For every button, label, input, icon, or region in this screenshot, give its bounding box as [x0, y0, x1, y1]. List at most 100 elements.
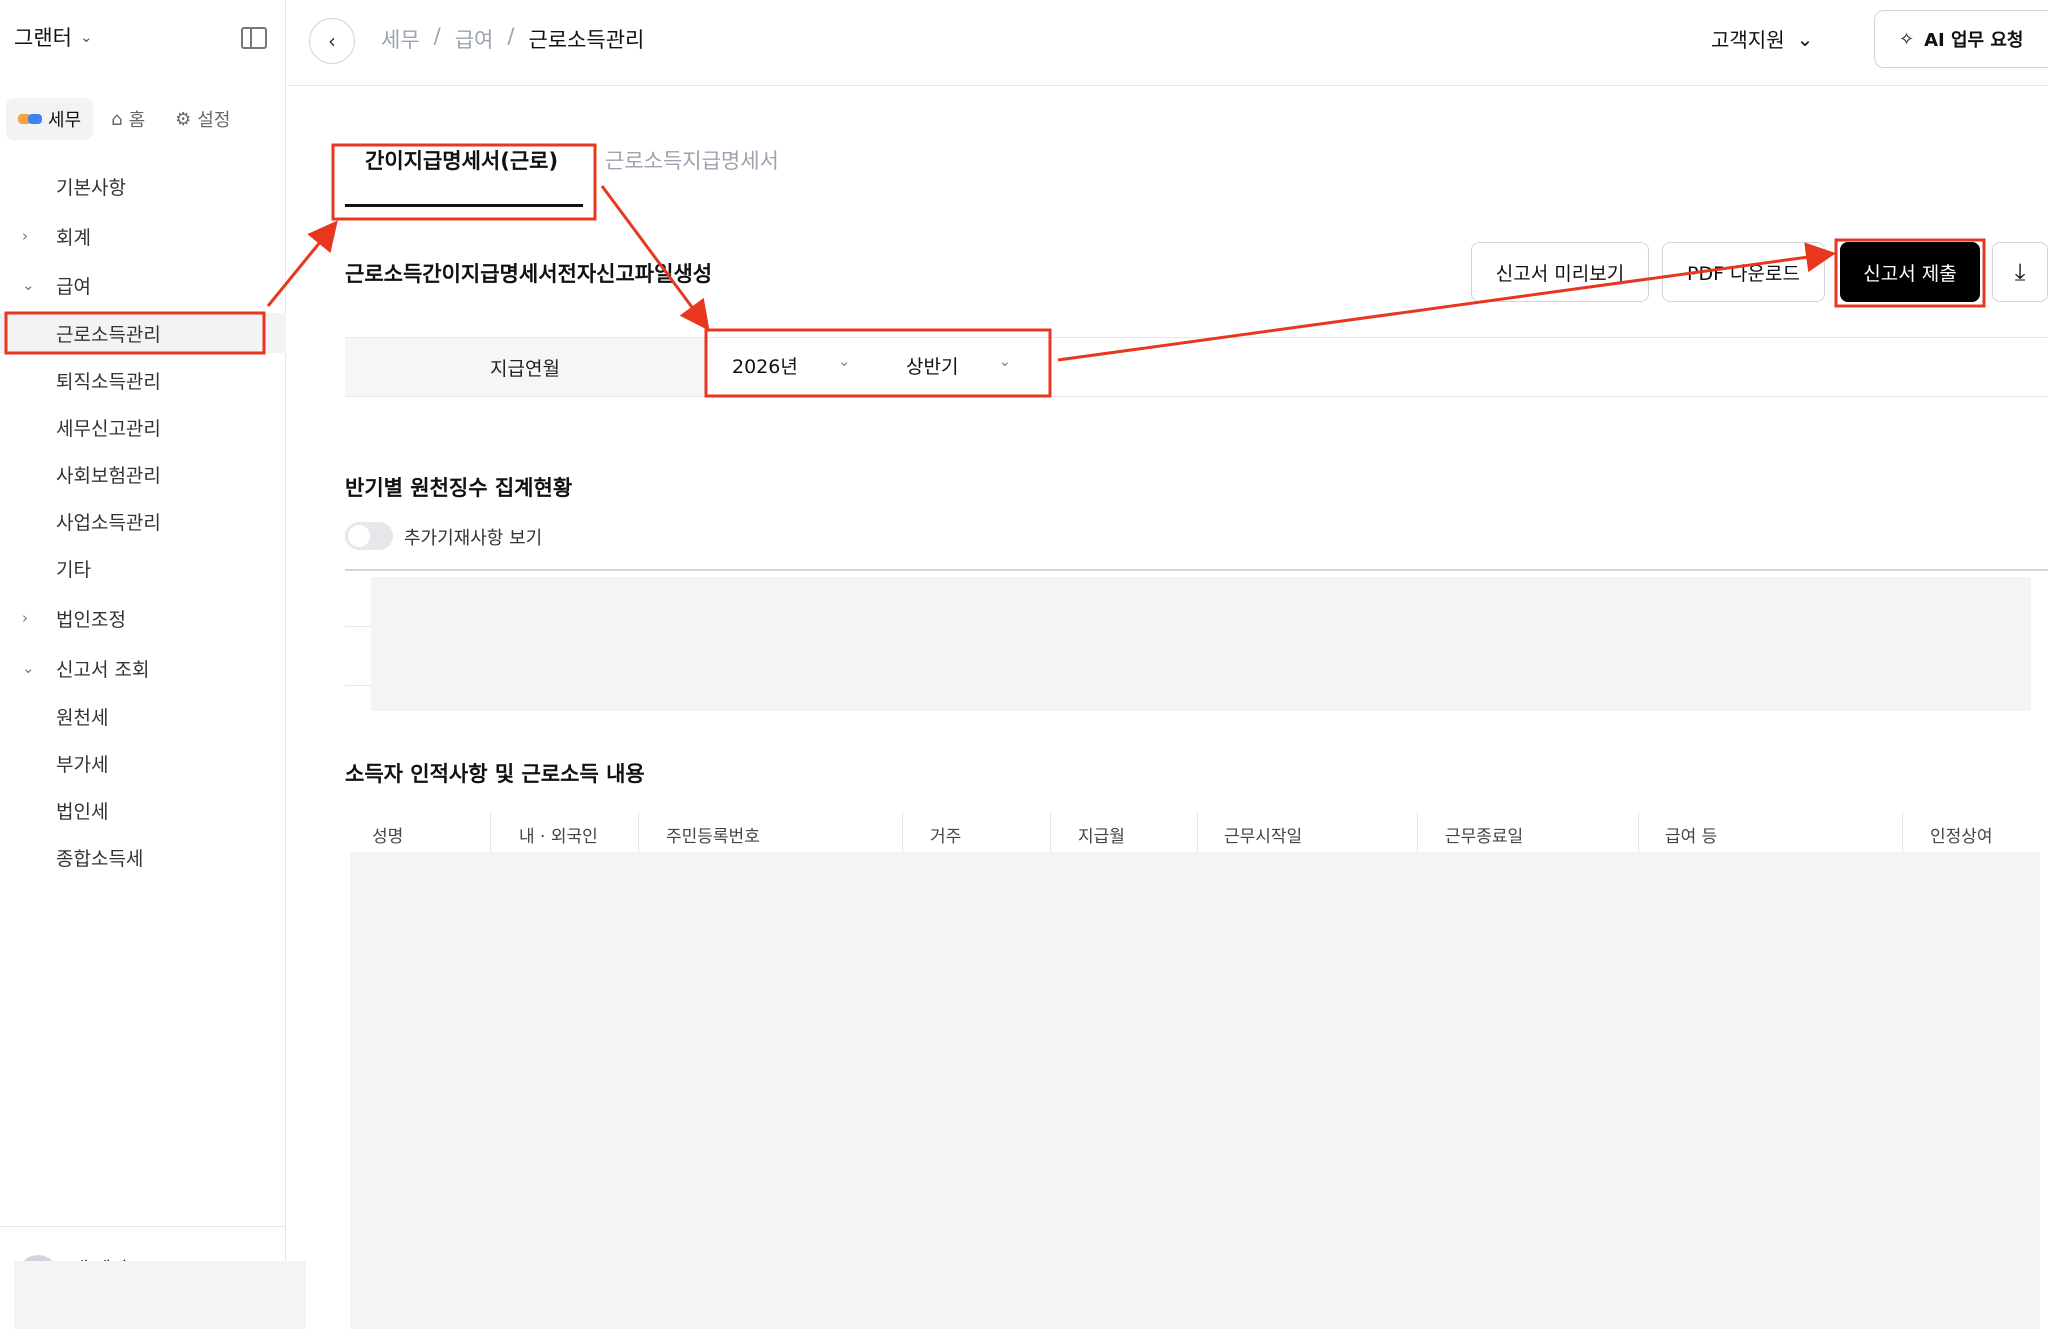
column-header: 근무종료일 — [1445, 827, 1524, 847]
column-divider — [1902, 812, 1903, 852]
details-table-body — [350, 852, 2040, 1329]
summary-title: 반기별 원천징수 집계현황 — [345, 476, 573, 500]
sidebar-item-filings[interactable]: ⌄ 신고서 조회 — [0, 648, 286, 688]
sidebar-tab-settings[interactable]: ⚙ 설정 — [163, 98, 242, 140]
sidebar-item-retirement[interactable]: 퇴직소득관리 — [0, 360, 286, 400]
ai-request-label: AI 업무 요청 — [1924, 30, 2024, 51]
sidebar-item-label: 기본사항 — [56, 176, 126, 199]
column-divider — [1638, 812, 1639, 852]
sidebar: 그랜터 ⌄ 세무 ⌂ 홈 ⚙ 설정 기본사항 › 회계 ⌄ 급여 근로소득관리 퇴직… — [0, 0, 306, 1329]
breadcrumb-item[interactable]: 세무 — [381, 24, 420, 54]
sidebar-item-payroll[interactable]: ⌄ 급여 — [0, 265, 286, 305]
sidebar-item-tax-filing[interactable]: 세무신고관리 — [0, 407, 286, 447]
sidebar-item-label: 사회보험관리 — [56, 464, 161, 487]
chevron-down-icon: ⌄ — [1796, 26, 1814, 51]
download-icon[interactable]: ⤓ — [1992, 242, 2048, 302]
year-select[interactable]: 2026년 ⌄ — [732, 352, 850, 379]
sparkle-icon: ✧ — [1899, 28, 1915, 50]
sidebar-item-label: 회계 — [56, 226, 91, 249]
half-value: 상반기 — [906, 356, 959, 378]
top-bar: ‹ 세무 / 급여 / 근로소득관리 고객지원 ⌄ ✧ AI 업무 요청 — [287, 0, 2048, 86]
column-divider — [1417, 812, 1418, 852]
submit-button[interactable]: 신고서 제출 — [1840, 242, 1980, 302]
tab-simple-statement[interactable]: 간이지급명세서(근로) — [365, 145, 558, 175]
details-title: 소득자 인적사항 및 근로소득 내용 — [345, 762, 645, 786]
sidebar-tabs: 세무 ⌂ 홈 ⚙ 설정 — [6, 98, 242, 140]
sidebar-item-social-insurance[interactable]: 사회보험관리 — [0, 454, 286, 494]
sidebar-item-label: 퇴직소득관리 — [56, 370, 161, 393]
org-switcher[interactable]: 그랜터 ⌄ — [14, 22, 93, 52]
sidebar-item-label: 급여 — [56, 275, 91, 298]
sidebar-item-income-tax[interactable]: 종합소득세 — [0, 837, 286, 877]
column-divider — [490, 812, 491, 852]
sidebar-item-label: 원천세 — [56, 706, 109, 729]
column-header: 급여 등 — [1665, 827, 1718, 847]
half-select[interactable]: 상반기 ⌄ — [906, 352, 1011, 379]
sidebar-item-basic[interactable]: 기본사항 — [0, 166, 286, 206]
pdf-download-button[interactable]: PDF 다운로드 — [1662, 242, 1825, 302]
sidebar-item-label: 종합소득세 — [56, 847, 144, 870]
column-header: 인정상여 — [1930, 827, 1993, 847]
customer-support-menu[interactable]: 고객지원 ⌄ — [1711, 24, 1813, 53]
sidebar-item-corporate-adjust[interactable]: › 법인조정 — [0, 598, 286, 638]
sidebar-tab-label: 설정 — [197, 110, 231, 131]
column-divider — [1197, 812, 1198, 852]
extra-info-toggle[interactable] — [345, 522, 393, 550]
sidebar-tab-tax[interactable]: 세무 — [6, 98, 94, 140]
sidebar-item-accounting[interactable]: › 회계 — [0, 216, 286, 256]
filter-label: 지급연월 — [345, 338, 705, 396]
column-divider — [1050, 812, 1051, 852]
summary-grid — [345, 569, 2048, 711]
sidebar-item-etc[interactable]: 기타 — [0, 548, 286, 588]
sidebar-item-corporate-tax[interactable]: 법인세 — [0, 790, 286, 830]
sidebar-item-label: 세무신고관리 — [56, 417, 161, 440]
chevron-down-icon: ⌄ — [79, 28, 93, 46]
profile-area[interactable]: 내 계정 — [0, 1226, 306, 1329]
grid-line — [345, 685, 371, 686]
grid-line — [345, 626, 371, 627]
breadcrumb-separator: / — [507, 24, 515, 48]
breadcrumb-current: 근로소득관리 — [528, 28, 645, 52]
year-value: 2026년 — [732, 356, 798, 378]
chevron-down-icon: ⌄ — [22, 276, 35, 294]
column-header: 주민등록번호 — [666, 827, 760, 847]
preview-button[interactable]: 신고서 미리보기 — [1471, 242, 1649, 302]
ai-request-button[interactable]: ✧ AI 업무 요청 — [1874, 10, 2048, 68]
breadcrumb: 세무 / 급여 / 근로소득관리 — [381, 24, 644, 54]
column-header: 지급월 — [1078, 827, 1125, 847]
chevron-down-icon: ⌄ — [998, 352, 1012, 370]
extra-info-label: 추가기재사항 보기 — [404, 528, 543, 549]
sidebar-tab-label: 홈 — [128, 110, 146, 131]
sidebar-item-label: 근로소득관리 — [56, 323, 161, 346]
column-header: 내 · 외국인 — [519, 827, 598, 847]
sidebar-item-vat[interactable]: 부가세 — [0, 743, 286, 783]
chevron-right-icon: › — [22, 609, 28, 627]
filter-row: 지급연월 2026년 ⌄ 상반기 ⌄ — [345, 337, 2048, 397]
breadcrumb-separator: / — [433, 24, 441, 48]
column-divider — [638, 812, 639, 852]
gear-icon: ⚙ — [175, 108, 192, 130]
tab-income-statement[interactable]: 근로소득지급명세서 — [605, 145, 779, 175]
sidebar-item-business-income[interactable]: 사업소득관리 — [0, 501, 286, 541]
sidebar-item-label: 법인조정 — [56, 608, 126, 631]
tab-active-indicator — [345, 204, 583, 207]
column-header: 근무시작일 — [1224, 827, 1303, 847]
back-button[interactable]: ‹ — [309, 18, 355, 64]
home-icon: ⌂ — [111, 108, 123, 130]
sidebar-item-label: 법인세 — [56, 800, 109, 823]
chevron-down-icon: ⌄ — [22, 659, 35, 677]
sidebar-item-label: 기타 — [56, 558, 91, 581]
sidebar-item-earned-income[interactable]: 근로소득관리 — [0, 313, 286, 353]
breadcrumb-item[interactable]: 급여 — [455, 24, 494, 54]
summary-grid-body — [371, 577, 2031, 711]
chevron-down-icon: ⌄ — [837, 352, 851, 370]
handshake-icon — [18, 112, 42, 126]
chevron-left-icon: ‹ — [328, 29, 336, 53]
sidebar-tab-label: 세무 — [48, 110, 82, 131]
sidebar-tab-home[interactable]: ⌂ 홈 — [99, 98, 157, 140]
column-divider — [902, 812, 903, 852]
sidebar-toggle-icon[interactable] — [241, 27, 267, 49]
column-header: 성명 — [372, 827, 404, 847]
section-title: 근로소득간이지급명세서전자신고파일생성 — [345, 262, 713, 286]
sidebar-item-withholding[interactable]: 원천세 — [0, 696, 286, 736]
